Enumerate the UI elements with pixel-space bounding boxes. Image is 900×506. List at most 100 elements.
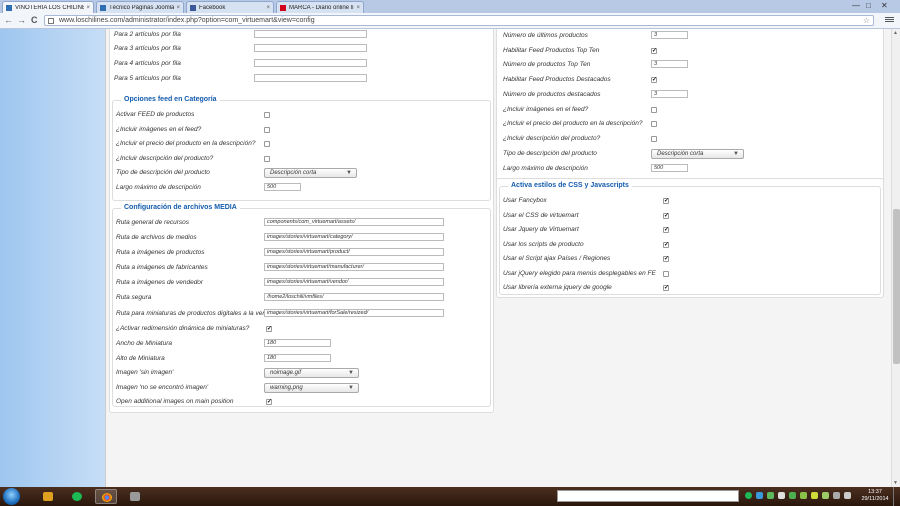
- redimension-label: ¿Activar redimensión dinámica de miniatu…: [116, 325, 250, 332]
- tipo-descripcion-select[interactable]: Descripción corta ▼: [264, 168, 357, 178]
- address-url[interactable]: www.loschilines.com/administrator/index.…: [59, 17, 315, 24]
- articles-row-3-input[interactable]: [254, 44, 367, 52]
- ruta-fabricantes-input[interactable]: images/stories/virtuemart/manufacturer/: [264, 263, 444, 271]
- app-taskbar-button[interactable]: [124, 489, 146, 504]
- css-js-checkbox[interactable]: ✓: [663, 227, 669, 233]
- tray-volume-icon[interactable]: [844, 492, 851, 499]
- articles-row-4-input[interactable]: [254, 59, 367, 67]
- back-icon[interactable]: ←: [4, 15, 13, 25]
- tray-security-icon[interactable]: [789, 492, 796, 499]
- page-icon: [48, 18, 54, 24]
- tab-title: Técnico Páginas Joomla: [109, 4, 175, 11]
- address-bar[interactable]: www.loschilines.com/administrator/index.…: [44, 15, 874, 26]
- additional-images-checkbox[interactable]: ✓: [266, 399, 272, 405]
- page-scrollbar[interactable]: ▲ ▼: [891, 29, 900, 487]
- ruta-recursos-input[interactable]: components/com_virtuemart/assets/: [264, 218, 444, 226]
- ruta-medios-input[interactable]: images/stories/virtuemart/category/: [264, 233, 444, 241]
- close-tab-icon[interactable]: ×: [86, 5, 90, 11]
- css-js-checkbox[interactable]: ✓: [663, 256, 669, 262]
- css-js-checkbox[interactable]: ✓: [663, 212, 669, 219]
- chevron-down-icon: ▼: [733, 151, 739, 157]
- media-player-taskbar-button[interactable]: [37, 489, 59, 504]
- browser-menu-icon[interactable]: [885, 16, 894, 23]
- feed-option-select[interactable]: Descripción corta ▼: [651, 149, 744, 159]
- css-js-fieldset: Activa estilos de CSS y Javascripts Usar…: [499, 182, 882, 295]
- feed-option-row: Número de productos destacados 3: [497, 90, 885, 100]
- incluir-descripcion-checkbox[interactable]: [264, 156, 270, 162]
- taskbar-search-box[interactable]: [557, 490, 739, 502]
- taskbar-clock[interactable]: 13:37 29/11/2014: [860, 489, 890, 503]
- start-button[interactable]: [3, 488, 20, 505]
- close-window-icon[interactable]: ✕: [881, 1, 888, 10]
- feed-option-input[interactable]: 3: [651, 31, 688, 39]
- css-js-checkbox[interactable]: [663, 270, 669, 277]
- tab-tecnico-joomla[interactable]: Técnico Páginas Joomla ×: [96, 1, 184, 13]
- feed-option-label: Número de productos destacados: [503, 91, 601, 98]
- feed-option-input[interactable]: 500: [651, 164, 688, 172]
- tray-flag-icon[interactable]: [833, 492, 840, 499]
- css-js-panel: Activa estilos de CSS y Javascripts Usar…: [496, 178, 884, 298]
- joomla-favicon-icon: [100, 4, 106, 11]
- ruta-segura-input[interactable]: /home2/loschili/vmfiles/: [264, 293, 444, 301]
- ruta-vendedor-input[interactable]: images/stories/virtuemart/vendor/: [264, 278, 444, 286]
- page-viewport: Para 2 artículos por fila Para 3 artícul…: [0, 29, 891, 487]
- ruta-miniaturas-input[interactable]: images/stories/virtuemart/forSale/resize…: [264, 309, 444, 317]
- ruta-productos-input[interactable]: images/stories/virtuemart/product/: [264, 248, 444, 256]
- chrome-taskbar-button[interactable]: [95, 489, 117, 504]
- media-path-label: Ruta segura: [116, 294, 152, 301]
- css-js-row: Usar jQuery elegido para menús desplegab…: [500, 269, 882, 279]
- feed-option-checkbox[interactable]: [651, 121, 657, 127]
- tab-vinoteria[interactable]: VINOTERIA LOS CHILINES ×: [2, 1, 94, 13]
- minimize-icon[interactable]: —: [852, 1, 860, 10]
- close-tab-icon[interactable]: ×: [176, 5, 180, 11]
- css-js-label: Usar el Script ajax Países / Regiones: [503, 255, 611, 262]
- articles-row-2-input[interactable]: [254, 30, 367, 38]
- articles-row-5-input[interactable]: [254, 74, 367, 82]
- feed-option-label: Número de últimos productos: [503, 32, 588, 39]
- feed-option-input[interactable]: 3: [651, 60, 688, 68]
- maximize-icon[interactable]: □: [866, 1, 871, 10]
- tray-update-icon[interactable]: [800, 492, 807, 499]
- tab-marca[interactable]: MARCA - Diario online lí ×: [276, 1, 364, 13]
- feed-category-fieldset: Opciones feed en Categoría Activar FEED …: [112, 96, 491, 201]
- feed-option-row: Número de últimos productos 3: [497, 31, 885, 41]
- feed-option-checkbox[interactable]: ✓: [651, 77, 657, 83]
- ancho-miniatura-input[interactable]: 180: [264, 339, 331, 347]
- incluir-imagenes-checkbox[interactable]: [264, 127, 270, 133]
- bookmark-star-icon[interactable]: ☆: [863, 16, 870, 25]
- tray-battery-icon[interactable]: [811, 492, 818, 499]
- tray-arrow-icon[interactable]: [778, 492, 785, 499]
- feed-option-checkbox[interactable]: ✓: [651, 48, 657, 54]
- spotify-taskbar-button[interactable]: [66, 489, 88, 504]
- close-tab-icon[interactable]: ×: [266, 5, 270, 11]
- forward-icon[interactable]: →: [17, 15, 26, 25]
- scroll-up-icon[interactable]: ▲: [893, 30, 898, 36]
- alto-miniatura-input[interactable]: 180: [264, 354, 331, 362]
- incluir-precio-checkbox[interactable]: [264, 141, 270, 147]
- largo-maximo-input[interactable]: 500: [264, 183, 301, 191]
- feed-option-label: Habilitar Feed Productos Top Ten: [503, 47, 600, 54]
- css-js-checkbox[interactable]: ✓: [663, 198, 669, 204]
- css-js-checkbox[interactable]: ✓: [663, 241, 669, 248]
- redimension-checkbox[interactable]: ✓: [266, 326, 272, 332]
- scrollbar-thumb[interactable]: [893, 209, 900, 364]
- incluir-imagenes-label: ¿Incluir imágenes en el feed?: [116, 126, 202, 133]
- feed-option-input[interactable]: 3: [651, 90, 688, 98]
- tray-spotify-icon[interactable]: [745, 492, 752, 499]
- feed-option-checkbox[interactable]: [651, 136, 657, 142]
- css-js-checkbox[interactable]: ✓: [663, 285, 669, 291]
- tray-network-icon[interactable]: [756, 492, 763, 499]
- tray-app-icon[interactable]: [767, 492, 774, 499]
- config-content: Para 2 artículos por fila Para 3 artícul…: [105, 29, 891, 487]
- field-label: Para 4 artículos por fila: [114, 60, 181, 67]
- feed-option-checkbox[interactable]: [651, 107, 657, 113]
- show-desktop-button[interactable]: [893, 487, 900, 506]
- tab-facebook[interactable]: Facebook ×: [186, 1, 274, 13]
- close-tab-icon[interactable]: ×: [356, 5, 360, 11]
- tray-wifi-icon[interactable]: [822, 492, 829, 499]
- sin-imagen-select[interactable]: noimage.gif ▼: [264, 368, 359, 378]
- activar-feed-checkbox[interactable]: [264, 112, 270, 118]
- scroll-down-icon[interactable]: ▼: [893, 480, 898, 486]
- reload-icon[interactable]: C: [31, 15, 38, 25]
- no-encontro-select[interactable]: warning.png ▼: [264, 383, 359, 393]
